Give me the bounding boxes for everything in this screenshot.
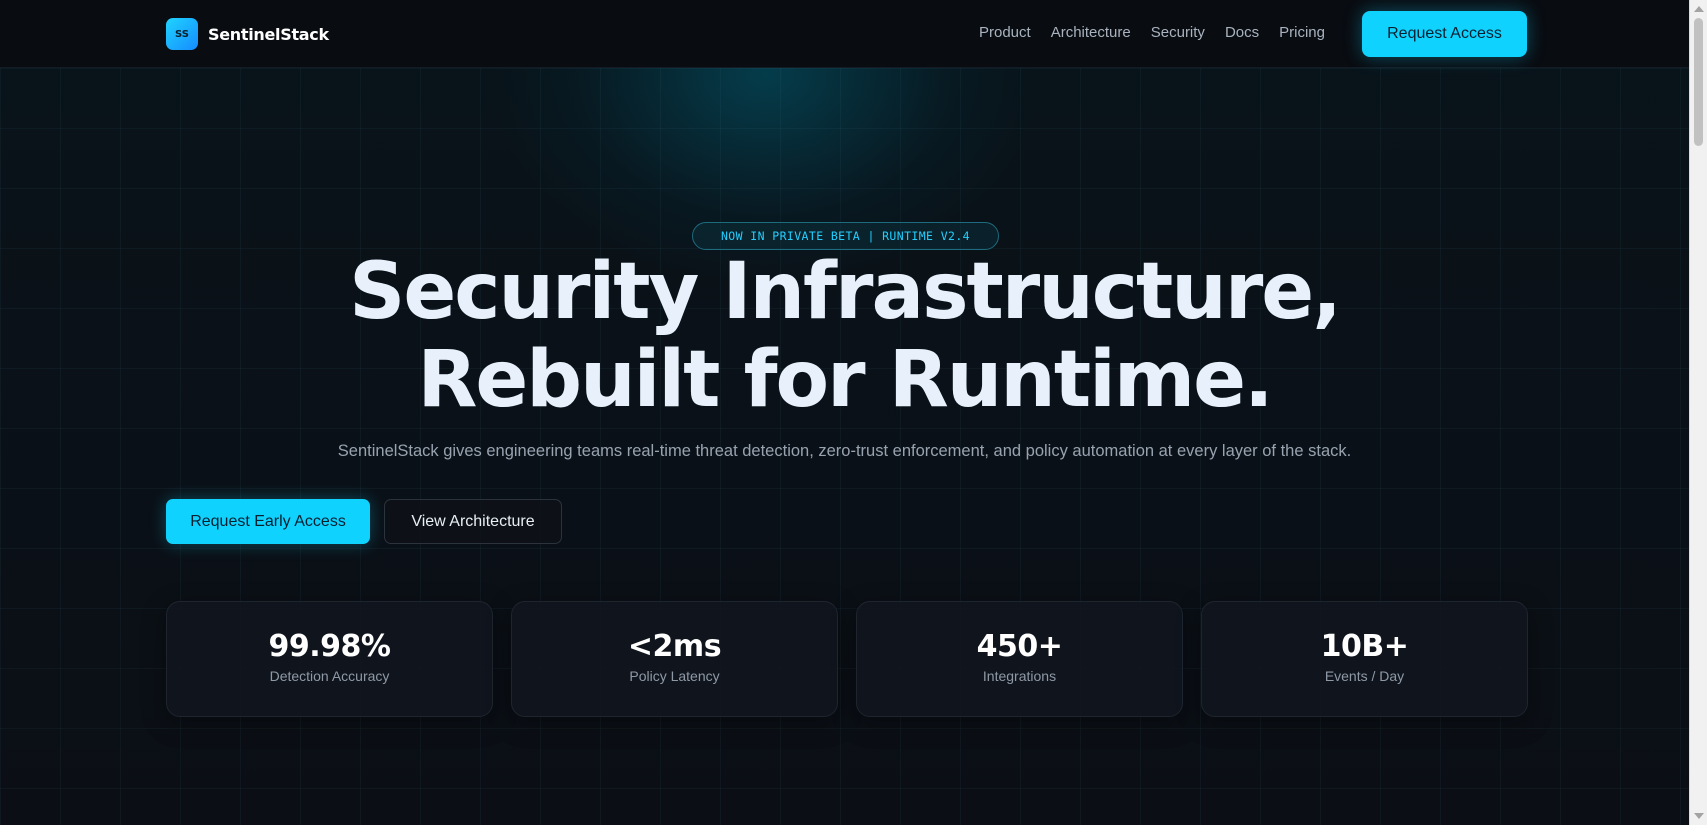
scroll-up-arrow-icon[interactable] [1694, 6, 1704, 12]
brand-logo-icon: SS [166, 18, 198, 50]
stat-label: Integrations [982, 667, 1057, 684]
nav-link-pricing[interactable]: Pricing [1279, 24, 1325, 41]
stat-value: 10B+ [1320, 628, 1409, 664]
nav-link-docs[interactable]: Docs [1225, 24, 1259, 41]
stat-label: Detection Accuracy [269, 667, 390, 684]
landing-page: SS SentinelStack Product Architecture Se… [0, 0, 1707, 825]
request-early-access-button[interactable]: Request Early Access [166, 499, 370, 544]
headline-line-2: Rebuilt for Runtime. [417, 335, 1273, 425]
scroll-down-arrow-icon[interactable] [1694, 813, 1704, 819]
stat-label: Events / Day [1324, 667, 1405, 684]
scroll-thumb[interactable] [1694, 18, 1703, 146]
stat-label: Policy Latency [629, 667, 720, 684]
nav-link-product[interactable]: Product [979, 24, 1031, 41]
brand-name: SentinelStack [208, 24, 329, 44]
hero-subtitle: SentinelStack gives engineering teams re… [337, 442, 1352, 460]
stat-value: <2ms [627, 628, 722, 664]
stat-value: 99.98% [268, 628, 391, 664]
nav-link-architecture[interactable]: Architecture [1051, 24, 1131, 41]
stat-card: 10B+ Events / Day [1201, 601, 1528, 717]
page-scrollbar[interactable] [1689, 0, 1707, 825]
top-navigation: SS SentinelStack Product Architecture Se… [0, 0, 1689, 68]
stat-card: 450+ Integrations [856, 601, 1183, 717]
stat-value: 450+ [976, 628, 1063, 664]
view-architecture-button[interactable]: View Architecture [384, 499, 562, 544]
nav-link-security[interactable]: Security [1151, 24, 1205, 41]
request-access-button[interactable]: Request Access [1362, 11, 1527, 57]
stats-row: 99.98% Detection Accuracy <2ms Policy La… [166, 601, 1528, 717]
brand[interactable]: SS SentinelStack [166, 18, 329, 50]
hero-headline: Security Infrastructure, Rebuilt for Run… [0, 248, 1689, 424]
stat-card: 99.98% Detection Accuracy [166, 601, 493, 717]
headline-line-1: Security Infrastructure, [349, 247, 1342, 337]
nav-links: Product Architecture Security Docs Prici… [979, 24, 1325, 41]
beta-badge: NOW IN PRIVATE BETA | RUNTIME V2.4 [692, 222, 999, 250]
stat-card: <2ms Policy Latency [511, 601, 838, 717]
